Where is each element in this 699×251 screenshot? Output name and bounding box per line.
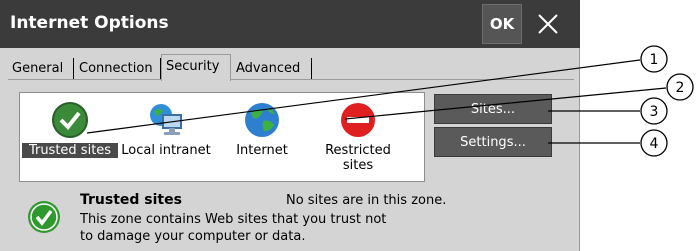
zone-trusted-sites[interactable]: Trusted sites [22, 93, 118, 181]
tab-connection[interactable]: Connection [75, 58, 161, 80]
tab-divider [8, 79, 574, 80]
tab-general[interactable]: General [8, 58, 74, 80]
zone-info-title: Trusted sites [80, 192, 182, 208]
zone-internet[interactable]: Internet [214, 93, 310, 181]
sites-button[interactable]: Sites... [434, 94, 552, 124]
zone-info-description: This zone contains Web sites that you tr… [80, 212, 387, 244]
internet-globe-icon [245, 103, 279, 137]
callout-4-circle [640, 129, 668, 157]
callout-2-circle [666, 73, 694, 101]
window-title: Internet Options [10, 13, 169, 33]
callout-3-circle [640, 97, 668, 125]
close-icon [538, 14, 558, 34]
tab-advanced[interactable]: Advanced [232, 58, 312, 80]
local-intranet-icon [150, 104, 182, 135]
callout-4-number: 4 [650, 136, 659, 152]
zone-label: Trusted sites [22, 143, 118, 158]
restricted-sites-icon [341, 103, 375, 137]
zone-info-status: No sites are in this zone. [286, 193, 447, 208]
callout-3-number: 3 [650, 104, 659, 120]
zone-restricted-sites[interactable]: Restricted sites [310, 93, 406, 181]
zone-info-check-icon [28, 201, 60, 233]
zone-list: Trusted sites Local intranet Internet Re… [19, 92, 425, 182]
title-bar: Internet Options OK [0, 0, 580, 48]
callout-1-number: 1 [650, 52, 659, 68]
settings-button[interactable]: Settings... [434, 127, 552, 157]
close-button[interactable] [528, 4, 568, 44]
zone-local-intranet[interactable]: Local intranet [118, 93, 214, 181]
tab-security[interactable]: Security [161, 54, 231, 81]
trusted-sites-icon [52, 102, 88, 138]
internet-options-dialog: Internet Options OK General Connection S… [0, 0, 580, 251]
callout-2-number: 2 [676, 80, 685, 96]
callout-1-circle [640, 45, 668, 73]
zone-label: Internet [236, 143, 288, 158]
zone-label: Local intranet [121, 143, 211, 158]
zone-label: Restricted sites [325, 143, 391, 173]
ok-button[interactable]: OK [482, 4, 522, 44]
